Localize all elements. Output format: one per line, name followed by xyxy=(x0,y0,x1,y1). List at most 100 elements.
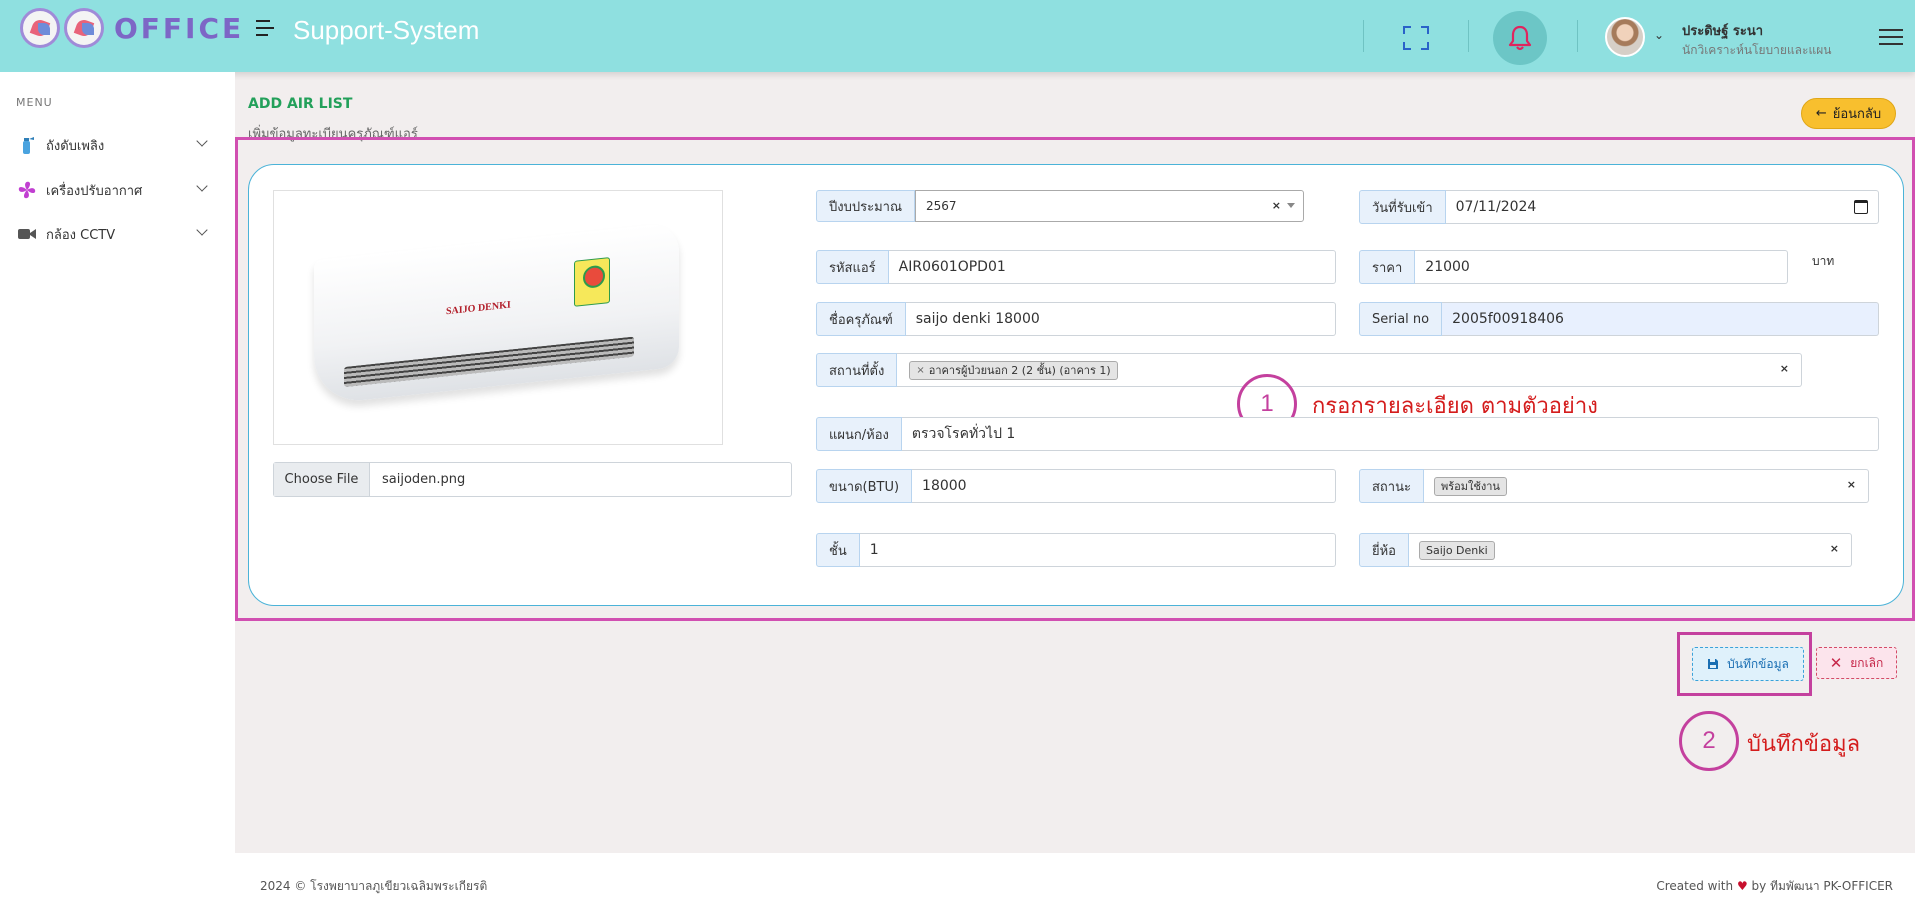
budget-year-select[interactable]: 2567 × xyxy=(915,190,1304,222)
department-label: แผนก/ห้อง xyxy=(816,417,902,451)
air-code-group: รหัสแอร์ AIR0601OPD01 xyxy=(816,250,1336,284)
app-title: Support-System xyxy=(293,15,480,45)
file-upload[interactable]: Choose File saijoden.png xyxy=(273,462,792,497)
price-group: ราคา 21000 xyxy=(1359,250,1788,284)
cancel-button[interactable]: ✕ ยกเลิก xyxy=(1816,647,1897,679)
tag-remove-icon[interactable]: × xyxy=(916,365,924,376)
sidebar-item-label: เครื่องปรับอากาศ xyxy=(46,183,143,199)
location-tag: × อาคารผู้ป่วยนอก 2 (2 ชั้น) (อาคาร 1) xyxy=(909,360,1118,380)
btu-input[interactable]: 18000 xyxy=(912,469,1336,503)
budget-year-label: ปีงบประมาณ xyxy=(816,190,915,222)
brand-select[interactable]: Saijo Denki × xyxy=(1409,533,1852,567)
user-role: นักวิเคราะห์นโยบายและแผน xyxy=(1682,43,1832,57)
receive-date-group: วันที่รับเข้า 07/11/2024 xyxy=(1359,190,1879,224)
floor-group: ชั้น 1 xyxy=(816,533,1336,567)
menu-icon[interactable] xyxy=(1879,29,1903,50)
serial-no-group: Serial no 2005f00918406 xyxy=(1359,302,1879,336)
chevron-down-icon xyxy=(1287,203,1295,208)
avatar[interactable] xyxy=(1605,17,1645,57)
floppy-disk-icon xyxy=(1708,659,1719,669)
status-group: สถานะ พร้อมใช้งาน × xyxy=(1359,469,1869,503)
notification-button[interactable] xyxy=(1493,11,1547,65)
energy-label-icon xyxy=(574,257,610,307)
top-header: OFFICE Support-System ⌄ ประดิษฐ์ ระนา นั… xyxy=(0,0,1915,72)
step-2-badge: 2 xyxy=(1679,711,1739,771)
clear-icon[interactable]: × xyxy=(1780,362,1789,375)
logo-mark-icon xyxy=(20,8,60,48)
location-group: สถานที่ตั้ง × อาคารผู้ป่วยนอก 2 (2 ชั้น)… xyxy=(816,353,1802,387)
sidebar-toggle-icon[interactable] xyxy=(256,20,276,40)
cancel-button-label: ยกเลิก xyxy=(1850,655,1884,670)
floor-label: ชั้น xyxy=(816,533,860,567)
sidebar: MENU ถังดับเพลิง เครื่องปรับอากาศ กล้อง … xyxy=(0,72,235,909)
location-label: สถานที่ตั้ง xyxy=(816,353,898,387)
air-conditioner-image: SAIJO DENKI xyxy=(314,221,679,406)
heart-icon: ♥ xyxy=(1736,879,1748,893)
brand-label: ยี่ห้อ xyxy=(1359,533,1409,567)
sidebar-item-fire-extinguisher[interactable]: ถังดับเพลิง xyxy=(16,133,216,157)
choose-file-button[interactable]: Choose File xyxy=(274,463,370,496)
sidebar-item-label: ถังดับเพลิง xyxy=(46,138,105,154)
fire-extinguisher-icon xyxy=(16,135,38,155)
chevron-down-icon xyxy=(196,180,208,192)
equipment-image: SAIJO DENKI xyxy=(273,190,723,445)
status-tag: พร้อมใช้งาน xyxy=(1433,476,1507,496)
air-code-input[interactable]: AIR0601OPD01 xyxy=(888,250,1336,284)
fullscreen-icon[interactable] xyxy=(1403,26,1429,50)
file-name: saijoden.png xyxy=(382,472,466,487)
budget-year-group: ปีงบประมาณ 2567 × xyxy=(816,190,1304,222)
equipment-name-input[interactable]: saijo denki 18000 xyxy=(905,302,1336,336)
air-code-label: รหัสแอร์ xyxy=(816,250,889,284)
sidebar-item-label: กล้อง CCTV xyxy=(46,227,116,243)
back-button-label: ย้อนกลับ xyxy=(1832,107,1882,122)
bell-icon xyxy=(1508,25,1532,51)
status-label: สถานะ xyxy=(1359,469,1424,503)
save-button-label: บันทึกข้อมูล xyxy=(1727,656,1789,671)
price-label: ราคา xyxy=(1359,250,1416,284)
back-button[interactable]: ← ย้อนกลับ xyxy=(1801,98,1896,129)
header-divider xyxy=(1468,20,1469,52)
brand-group: ยี่ห้อ Saijo Denki × xyxy=(1359,533,1852,567)
arrow-left-icon: ← xyxy=(1815,106,1827,121)
location-select[interactable]: × อาคารผู้ป่วยนอก 2 (2 ชั้น) (อาคาร 1) × xyxy=(897,353,1802,387)
user-name[interactable]: ประดิษฐ์ ระนา xyxy=(1682,20,1763,41)
footer-credit: Created with ♥ by ทีมพัฒนา PK-OFFICER xyxy=(1656,879,1893,893)
price-unit: บาท xyxy=(1812,254,1835,268)
serial-no-input[interactable]: 2005f00918406 xyxy=(1442,302,1879,336)
video-camera-icon xyxy=(16,224,38,244)
sidebar-item-air-conditioner[interactable]: เครื่องปรับอากาศ xyxy=(16,178,216,202)
page-title: ADD AIR LIST xyxy=(248,96,353,112)
save-button[interactable]: บันทึกข้อมูล xyxy=(1692,647,1804,681)
serial-no-label: Serial no xyxy=(1359,302,1443,336)
floor-input[interactable]: 1 xyxy=(859,533,1336,567)
clear-icon[interactable]: × xyxy=(1830,542,1839,555)
footer: 2024 © โรงพยาบาลภูเขียวเฉลิมพระเกียรติ C… xyxy=(235,853,1915,909)
btu-group: ขนาด(BTU) 18000 xyxy=(816,469,1336,503)
department-input[interactable]: ตรวจโรคทั่วไป 1 xyxy=(901,417,1879,451)
calendar-icon[interactable] xyxy=(1854,200,1868,214)
chevron-down-icon xyxy=(196,135,208,147)
logo-text: OFFICE xyxy=(114,11,245,45)
header-divider xyxy=(1363,20,1364,52)
price-input[interactable]: 21000 xyxy=(1415,250,1788,284)
ac-grille xyxy=(344,336,634,388)
btu-label: ขนาด(BTU) xyxy=(816,469,913,503)
app-logo[interactable]: OFFICE xyxy=(20,8,244,48)
equipment-name-group: ชื่อครุภัณฑ์ saijo denki 18000 xyxy=(816,302,1336,336)
footer-copyright: 2024 © โรงพยาบาลภูเขียวเฉลิมพระเกียรติ xyxy=(260,879,488,893)
menu-label: MENU xyxy=(16,96,53,109)
department-group: แผนก/ห้อง ตรวจโรคทั่วไป 1 xyxy=(816,417,1879,451)
logo-mark-icon xyxy=(64,8,104,48)
clear-icon[interactable]: × xyxy=(1847,478,1856,491)
chevron-down-icon xyxy=(196,224,208,236)
status-select[interactable]: พร้อมใช้งาน × xyxy=(1423,469,1869,503)
equipment-name-label: ชื่อครุภัณฑ์ xyxy=(816,302,906,336)
clear-icon[interactable]: × xyxy=(1272,199,1281,212)
sidebar-item-cctv[interactable]: กล้อง CCTV xyxy=(16,222,216,246)
receive-date-input[interactable]: 07/11/2024 xyxy=(1445,190,1879,224)
header-divider xyxy=(1577,20,1578,52)
close-icon: ✕ xyxy=(1829,654,1843,672)
chevron-down-icon[interactable]: ⌄ xyxy=(1654,28,1664,42)
fan-icon xyxy=(16,180,38,200)
image-brand-text: SAIJO DENKI xyxy=(446,299,511,318)
